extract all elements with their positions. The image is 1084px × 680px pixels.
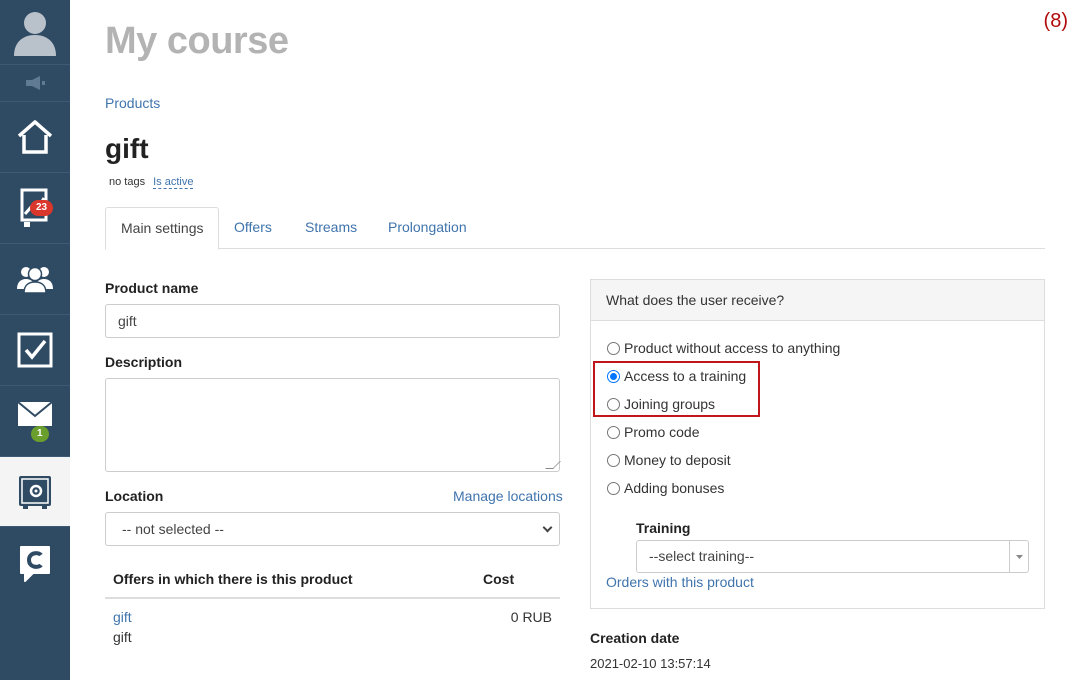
sidebar-item-tasks[interactable] <box>0 315 70 386</box>
megaphone-icon <box>26 76 45 90</box>
creation-date-value: 2021-02-10 13:57:14 <box>590 656 711 671</box>
caret-down-icon <box>1016 555 1023 559</box>
resize-handle[interactable] <box>545 461 561 469</box>
option-label: Product without access to anything <box>624 340 841 356</box>
safe-settings-icon <box>19 475 51 509</box>
breadcrumb-products[interactable]: Products <box>105 95 160 111</box>
offers-table-header: Offers in which there is this product Co… <box>105 565 560 599</box>
creation-date-label: Creation date <box>590 630 680 646</box>
option-label: Money to deposit <box>624 452 731 468</box>
option-promo-code[interactable]: Promo code <box>607 424 699 440</box>
sidebar: 23 1 <box>0 0 70 680</box>
option-label: Promo code <box>624 424 700 440</box>
page-title: My course <box>105 20 289 62</box>
option-label: Adding bonuses <box>624 480 725 496</box>
tab-offers[interactable]: Offers <box>219 207 287 249</box>
training-selected-value: --select training-- <box>649 548 755 564</box>
location-select[interactable]: -- not selected -- <box>105 512 560 546</box>
radio-button[interactable] <box>607 481 620 495</box>
option-no-access[interactable]: Product without access to anything <box>607 340 840 356</box>
chevron-down-icon <box>542 522 553 533</box>
option-adding-bonuses[interactable]: Adding bonuses <box>607 480 724 496</box>
tab-main-settings[interactable]: Main settings <box>105 207 220 250</box>
sidebar-filler <box>0 599 70 680</box>
product-meta: no tags Is active <box>109 176 194 189</box>
manage-locations-link[interactable]: Manage locations <box>453 488 563 504</box>
offers-table: Offers in which there is this product Co… <box>105 565 560 649</box>
offer-link[interactable]: gift <box>113 609 132 625</box>
table-row: gift gift 0 RUB <box>105 599 560 649</box>
receive-panel: What does the user receive? Product with… <box>590 279 1045 609</box>
training-select-button[interactable] <box>1009 541 1028 572</box>
sidebar-item-products[interactable] <box>0 457 70 527</box>
sidebar-item-home[interactable] <box>0 102 70 173</box>
sidebar-item-users[interactable] <box>0 244 70 315</box>
user-avatar[interactable] <box>0 0 70 65</box>
description-textarea[interactable] <box>105 378 561 472</box>
training-label: Training <box>636 520 691 536</box>
page-counter: (8) <box>1043 10 1068 32</box>
offer-subtitle: gift <box>113 629 132 645</box>
receive-panel-title: What does the user receive? <box>591 280 1044 321</box>
location-selected-value: -- not selected -- <box>122 521 224 537</box>
radio-button[interactable] <box>607 425 620 439</box>
col-offers: Offers in which there is this product <box>113 571 353 587</box>
sidebar-item-statistics[interactable]: 23 <box>0 173 70 244</box>
users-icon <box>17 266 53 294</box>
tags-label: no tags <box>109 176 146 188</box>
tab-prolongation[interactable]: Prolongation <box>373 207 482 249</box>
location-label: Location <box>105 488 164 504</box>
status-toggle[interactable]: Is active <box>153 176 194 189</box>
stats-badge: 23 <box>30 200 54 216</box>
option-money-deposit[interactable]: Money to deposit <box>607 452 731 468</box>
offer-cost: 0 RUB <box>510 609 552 625</box>
product-title: gift <box>105 133 149 164</box>
chat-logo-icon <box>20 546 50 582</box>
description-label: Description <box>105 354 183 370</box>
tab-streams[interactable]: Streams <box>290 207 372 249</box>
col-cost: Cost <box>483 571 515 587</box>
user-avatar-icon <box>14 12 56 56</box>
product-name-label: Product name <box>105 280 199 296</box>
orders-with-product-link[interactable]: Orders with this product <box>606 574 754 590</box>
tabs: Main settings Offers Streams Prolongatio… <box>105 207 1045 250</box>
radio-button[interactable] <box>607 453 620 467</box>
tasks-checkbox-icon <box>17 332 53 368</box>
mail-badge: 1 <box>31 426 49 442</box>
chat-logo[interactable] <box>0 527 70 599</box>
training-select[interactable]: --select training-- <box>636 540 1029 573</box>
radio-button[interactable] <box>607 341 620 355</box>
sidebar-item-messages[interactable]: 1 <box>0 386 70 457</box>
mail-icon <box>17 401 53 426</box>
highlight-annotation <box>593 361 760 417</box>
home-icon <box>17 120 53 154</box>
product-name-input[interactable]: gift <box>105 304 560 338</box>
announcements-button[interactable] <box>0 65 70 102</box>
